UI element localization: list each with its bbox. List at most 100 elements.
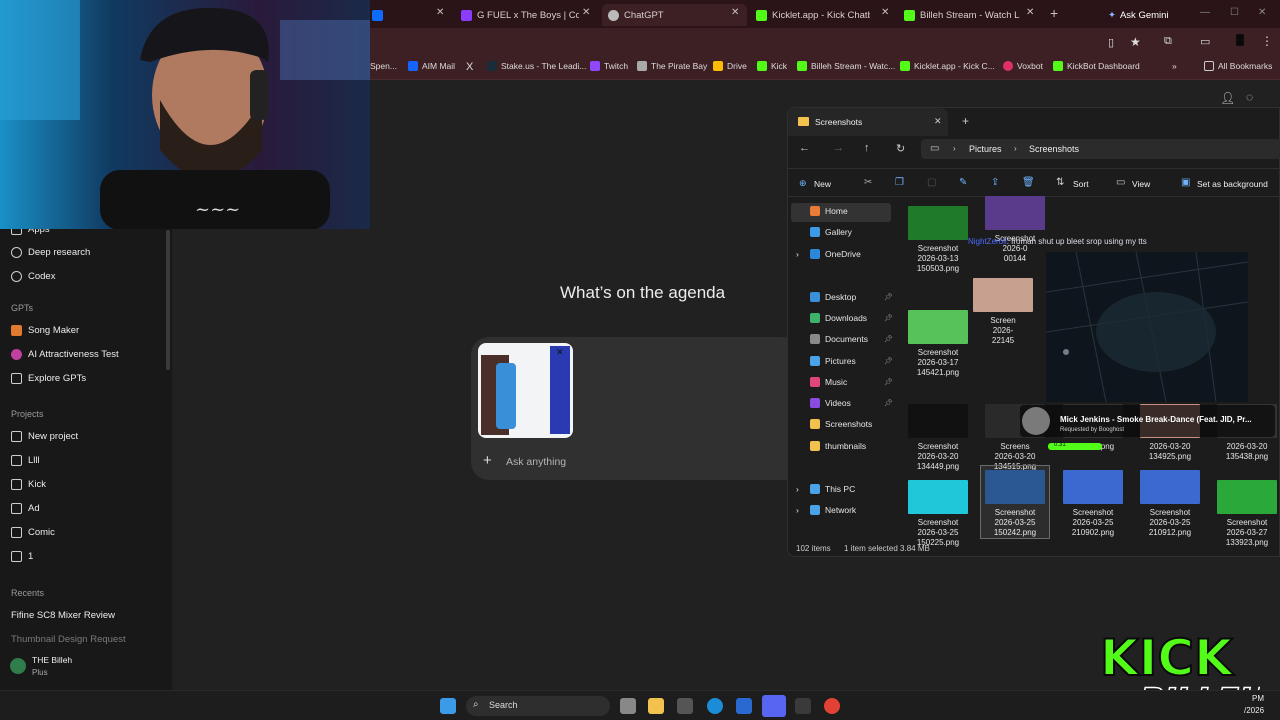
- tab-close-icon[interactable]: ✕: [1026, 7, 1034, 18]
- add-button[interactable]: +: [483, 452, 492, 469]
- file-item[interactable]: Screenshot 2026-03-25 150225.png: [903, 480, 973, 548]
- view-button[interactable]: View: [1132, 179, 1150, 189]
- file-item[interactable]: Screenshot 2026-03-17 145421.png: [903, 310, 973, 378]
- bookmark-item[interactable]: Billeh Stream - Watc...: [797, 61, 895, 71]
- file-explorer-icon[interactable]: [648, 698, 664, 714]
- nav-item-gallery[interactable]: Gallery: [810, 227, 852, 237]
- nav-item-desktop[interactable]: Desktop: [810, 292, 856, 302]
- refresh-icon[interactable]: ↻: [896, 142, 905, 155]
- sidebar-item-new-project[interactable]: New project: [11, 431, 78, 442]
- task-view-icon[interactable]: [620, 698, 636, 714]
- new-tab-icon[interactable]: +: [962, 114, 969, 128]
- expand-chevron-icon[interactable]: ›: [796, 505, 799, 515]
- nav-item-videos[interactable]: Videos: [810, 398, 851, 408]
- sidebar-item-explore-gpts[interactable]: Explore GPTs: [11, 373, 86, 384]
- sort-button[interactable]: Sort: [1073, 179, 1089, 189]
- file-item[interactable]: Screen 2026- 22145: [968, 278, 1038, 346]
- bookmark-item[interactable]: X: [466, 61, 473, 73]
- composer-input[interactable]: Ask anything: [506, 456, 566, 468]
- sidebar-scrollbar[interactable]: [166, 230, 170, 370]
- page-icon[interactable]: ▯: [1108, 36, 1114, 49]
- share-icon[interactable]: ⇪: [991, 177, 999, 188]
- bookmark-item[interactable]: KickBot Dashboard: [1053, 61, 1140, 71]
- tab-close-icon[interactable]: ✕: [582, 7, 590, 18]
- remove-attachment-icon[interactable]: ✕: [556, 347, 564, 358]
- bookmarks-overflow-icon[interactable]: »: [1172, 61, 1177, 71]
- nav-item-network[interactable]: Network: [810, 505, 856, 515]
- bookmark-item[interactable]: AIM Mail: [408, 61, 455, 71]
- paste-icon[interactable]: ▢: [927, 177, 936, 188]
- tab-2[interactable]: G FUEL x The Boys | Compo: [461, 4, 579, 26]
- sidepanel-icon[interactable]: ▭: [1200, 35, 1210, 48]
- sidebar-item-song-maker[interactable]: Song Maker: [11, 325, 79, 336]
- outlook-icon[interactable]: [736, 698, 752, 714]
- recent-chat[interactable]: Fifine SC8 Mixer Review: [11, 610, 115, 621]
- file-item[interactable]: Screenshot 2026-03-20 134449.png: [903, 404, 973, 472]
- sidebar-item-ai-attractiveness[interactable]: AI Attractiveness Test: [11, 349, 119, 360]
- nav-item-thumbnails[interactable]: thumbnails: [810, 441, 866, 451]
- profile-icon[interactable]: [1236, 34, 1244, 46]
- bookmark-item[interactable]: Kicklet.app - Kick C...: [900, 61, 995, 71]
- minimize-icon[interactable]: —: [1200, 7, 1210, 18]
- chrome-icon[interactable]: [824, 698, 840, 714]
- bookmark-item[interactable]: Kick: [757, 61, 787, 71]
- user-icon[interactable]: 👤︎: [1220, 91, 1235, 105]
- tab-chatgpt[interactable]: ChatGPT: [602, 4, 747, 26]
- close-window-icon[interactable]: ✕: [1258, 7, 1266, 18]
- all-bookmarks[interactable]: All Bookmarks: [1204, 61, 1272, 71]
- tab-close-icon[interactable]: ✕: [436, 7, 444, 18]
- bookmark-item[interactable]: Spen...: [370, 61, 397, 71]
- bookmark-star-icon[interactable]: ★: [1130, 35, 1141, 49]
- nav-item-music[interactable]: Music: [810, 377, 847, 387]
- tab-1[interactable]: [372, 4, 438, 26]
- delete-icon[interactable]: 🗑︎: [1022, 177, 1035, 188]
- sidebar-item-project[interactable]: Llll: [11, 455, 40, 466]
- bookmark-item[interactable]: Twitch: [590, 61, 628, 71]
- sidebar-item-codex[interactable]: Codex: [11, 271, 55, 282]
- nav-item-downloads[interactable]: Downloads: [810, 313, 867, 323]
- bookmark-item[interactable]: The Pirate Bay: [637, 61, 707, 71]
- tab-close-icon[interactable]: ✕: [881, 7, 889, 18]
- avatar[interactable]: [10, 658, 26, 674]
- breadcrumb-pictures[interactable]: Pictures: [969, 144, 1002, 154]
- taskbar-search[interactable]: ⌕ Search: [466, 696, 610, 716]
- file-item[interactable]: Screenshot 2026-03-25 210912.png: [1135, 470, 1205, 538]
- sidebar-item-project[interactable]: Comic: [11, 527, 55, 538]
- bookmark-item[interactable]: Voxbot: [1003, 61, 1043, 71]
- up-icon[interactable]: ↑: [864, 142, 870, 154]
- temporary-chat-icon[interactable]: ◌: [1246, 90, 1253, 104]
- menu-icon[interactable]: ⋮: [1261, 34, 1273, 48]
- ask-gemini-button[interactable]: ✦ Ask Gemini: [1108, 4, 1178, 26]
- file-item[interactable]: Screenshot 2026-03-13 150503.png: [903, 206, 973, 274]
- nav-item-this-pc[interactable]: This PC: [810, 484, 855, 494]
- new-button[interactable]: New: [814, 179, 831, 189]
- cut-icon[interactable]: ✂: [864, 177, 872, 188]
- set-background-button[interactable]: Set as background: [1197, 179, 1268, 189]
- file-item[interactable]: Screenshot 2026-03-27 133923.png: [1212, 480, 1280, 548]
- rename-icon[interactable]: ✎: [959, 177, 967, 188]
- extensions-icon[interactable]: ⧉: [1164, 35, 1172, 48]
- nav-item-pictures[interactable]: Pictures: [810, 356, 856, 366]
- xbox-icon[interactable]: [795, 698, 811, 714]
- recent-chat[interactable]: Thumbnail Design Request: [11, 634, 126, 645]
- nav-item-home[interactable]: Home: [810, 206, 848, 216]
- file-item[interactable]: Screenshot 2026-0 00144: [980, 196, 1050, 264]
- back-icon[interactable]: ←: [799, 142, 810, 154]
- maximize-icon[interactable]: ☐: [1230, 7, 1239, 18]
- new-tab-button[interactable]: +: [1050, 5, 1058, 21]
- tab-close-icon[interactable]: ✕: [731, 7, 739, 18]
- nav-item-documents[interactable]: Documents: [810, 334, 868, 344]
- file-item[interactable]: Screenshot 2026-03-25 210902.png: [1058, 470, 1128, 538]
- forward-icon[interactable]: →: [833, 142, 844, 154]
- sidebar-item-project[interactable]: Kick: [11, 479, 46, 490]
- attachment-thumbnail[interactable]: ✕: [478, 343, 573, 438]
- sidebar-item-project[interactable]: Ad: [11, 503, 40, 514]
- tab-kicklet[interactable]: Kicklet.app - Kick Chatbot a: [756, 4, 870, 26]
- store-icon[interactable]: [677, 698, 693, 714]
- breadcrumb-screenshots[interactable]: Screenshots: [1029, 144, 1079, 154]
- sidebar-item-deep-research[interactable]: Deep research: [11, 247, 90, 258]
- bookmark-item[interactable]: Stake.us - The Leadi...: [487, 61, 586, 71]
- bookmark-item[interactable]: Drive: [713, 61, 747, 71]
- tab-billeh[interactable]: Billeh Stream - Watch Live o: [904, 4, 1020, 26]
- explorer-tab[interactable]: [788, 108, 948, 136]
